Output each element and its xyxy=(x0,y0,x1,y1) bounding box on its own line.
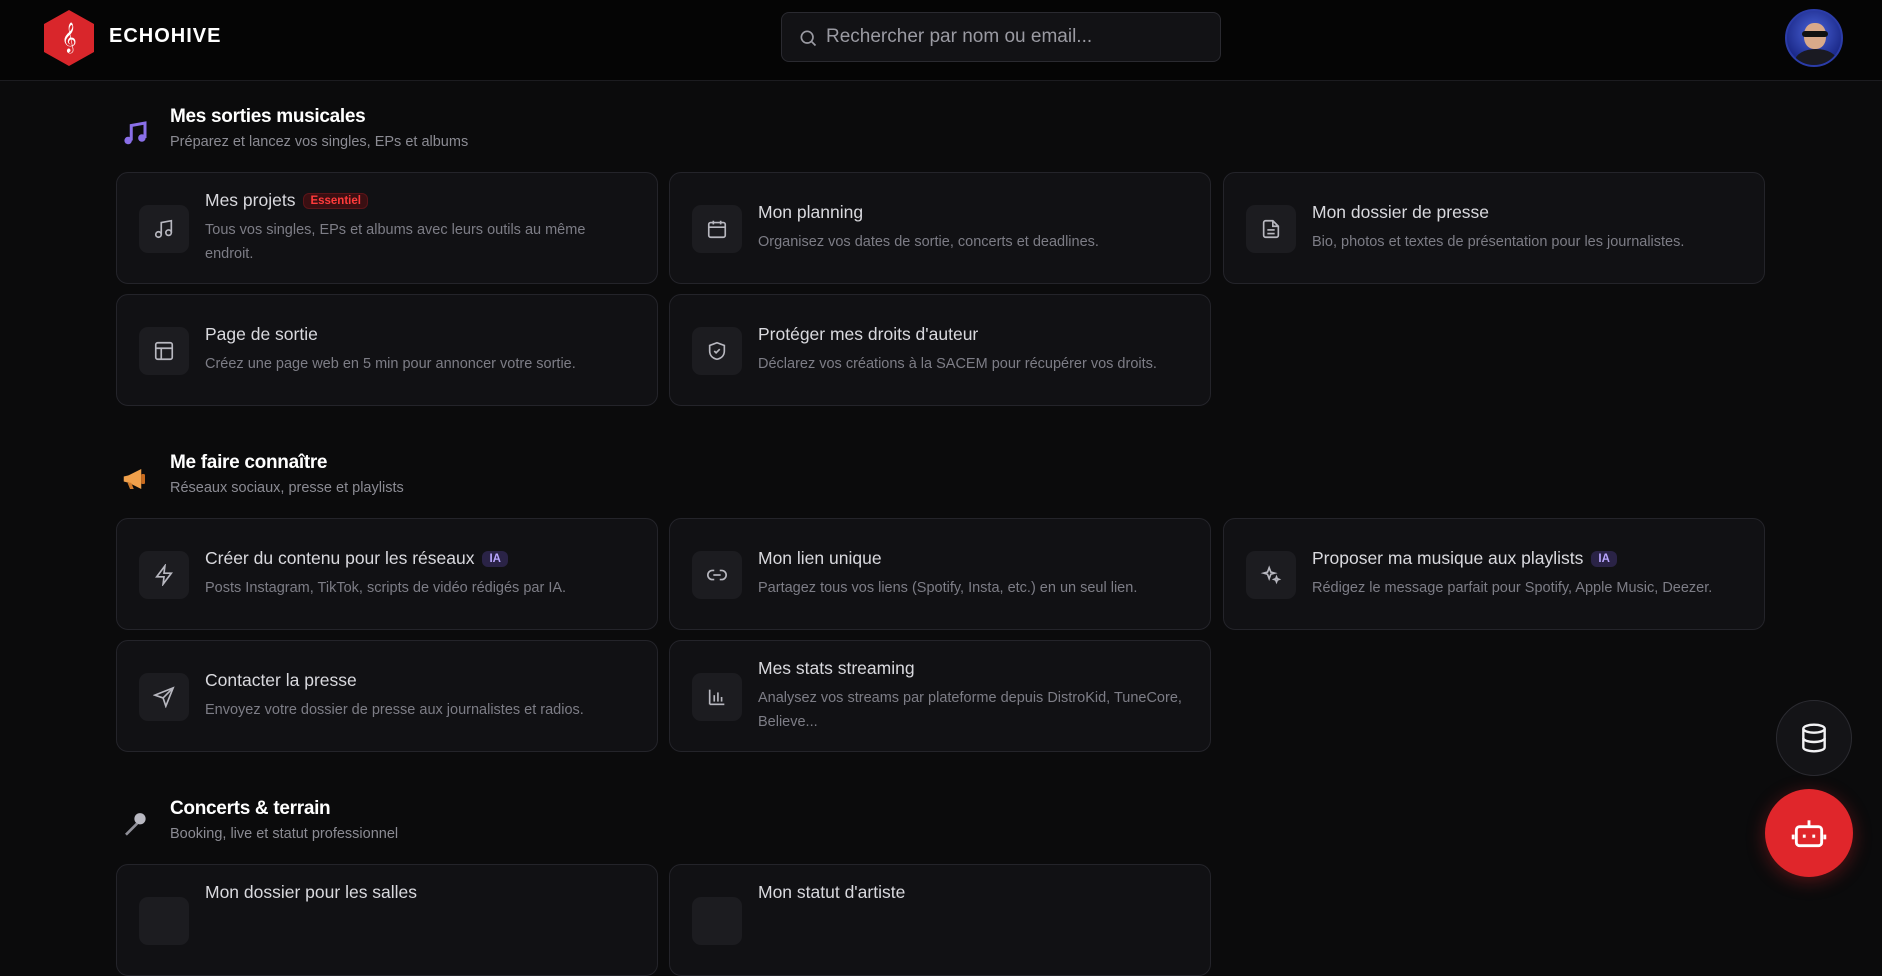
card-description: Bio, photos et textes de présentation po… xyxy=(1312,234,1685,250)
essential-badge: Essentiel xyxy=(303,192,368,209)
card-description: Déclarez vos créations à la SACEM pour r… xyxy=(758,356,1157,372)
card-streaming-stats[interactable]: Mes stats streaming Analysez vos streams… xyxy=(669,640,1211,752)
card-description: Rédigez le message parfait pour Spotify,… xyxy=(1312,580,1713,596)
card-venue-kit[interactable]: Mon dossier pour les salles xyxy=(116,864,658,976)
card-title: Protéger mes droits d'auteur xyxy=(758,324,979,344)
id-icon xyxy=(692,897,742,945)
lightning-icon xyxy=(139,551,189,599)
card-title: Mon lien unique xyxy=(758,548,882,568)
send-icon xyxy=(139,673,189,721)
bar-chart-icon xyxy=(692,673,742,721)
music-icon xyxy=(139,205,189,253)
section-title: Concerts & terrain xyxy=(170,798,331,819)
card-unique-link[interactable]: Mon lien unique Partagez tous vos liens … xyxy=(669,518,1211,630)
calendar-icon xyxy=(692,205,742,253)
section-subtitle: Préparez et lancez vos singles, EPs et a… xyxy=(170,134,469,150)
shield-icon xyxy=(692,327,742,375)
card-title: Mon dossier de presse xyxy=(1312,202,1490,222)
section-subtitle: Booking, live et statut professionnel xyxy=(170,826,399,842)
megaphone-icon xyxy=(123,469,145,489)
folder-icon xyxy=(139,897,189,945)
document-icon xyxy=(1246,205,1296,253)
section-title: Me faire connaître xyxy=(170,452,328,473)
layout-icon xyxy=(139,327,189,375)
sparkles-icon xyxy=(1246,551,1296,599)
search-input[interactable] xyxy=(826,13,1206,61)
section-title: Mes sorties musicales xyxy=(170,106,366,127)
card-press-kit[interactable]: Mon dossier de presse Bio, photos et tex… xyxy=(1223,172,1765,284)
robot-icon xyxy=(1791,820,1827,848)
logo-icon[interactable]: 𝄞 xyxy=(44,10,94,66)
avatar-body xyxy=(1795,49,1837,65)
card-title: Mon dossier pour les salles xyxy=(205,882,418,902)
card-description: Analysez vos streams par plateforme depu… xyxy=(758,690,1182,730)
card-social-content[interactable]: Créer du contenu pour les réseaux IA Post… xyxy=(116,518,658,630)
top-bar: 𝄞 ECHOHIVE xyxy=(0,0,1882,81)
assistant-button[interactable] xyxy=(1765,789,1853,877)
card-title: Créer du contenu pour les réseaux xyxy=(205,548,475,568)
card-my-projects[interactable]: Mes projets Essentiel Tous vos singles, E… xyxy=(116,172,658,284)
card-description: Envoyez votre dossier de presse aux jour… xyxy=(205,702,584,718)
card-title: Proposer ma musique aux playlists xyxy=(1312,548,1584,568)
card-playlists[interactable]: Proposer ma musique aux playlists IA Rédi… xyxy=(1223,518,1765,630)
avatar[interactable] xyxy=(1785,9,1843,67)
card-title: Mon statut d'artiste xyxy=(758,882,906,902)
brand-name[interactable]: ECHOHIVE xyxy=(109,25,221,48)
microphone-icon xyxy=(125,813,146,836)
card-description: Créez une page web en 5 min pour annonce… xyxy=(205,356,576,372)
database-icon xyxy=(1802,723,1826,753)
avatar-glasses xyxy=(1802,31,1828,37)
card-title: Page de sortie xyxy=(205,324,318,344)
ia-badge: IA xyxy=(1591,550,1617,567)
section-subtitle: Réseaux sociaux, presse et playlists xyxy=(170,480,404,496)
card-description: Partagez tous vos liens (Spotify, Insta,… xyxy=(758,580,1138,596)
search-box[interactable] xyxy=(781,12,1221,62)
card-title: Mon planning xyxy=(758,202,864,222)
card-description: Organisez vos dates de sortie, concerts … xyxy=(758,234,1099,250)
card-title: Mes stats streaming xyxy=(758,658,915,678)
card-description: Tous vos singles, EPs et albums avec leu… xyxy=(205,222,586,262)
card-contact-press[interactable]: Contacter la presse Envoyez votre dossie… xyxy=(116,640,658,752)
search-icon xyxy=(800,30,817,47)
music-note-icon xyxy=(124,121,147,145)
card-description: Posts Instagram, TikTok, scripts de vidé… xyxy=(205,580,567,596)
card-title: Contacter la presse xyxy=(205,670,357,690)
ia-badge: IA xyxy=(482,550,508,567)
card-copyright[interactable]: Protéger mes droits d'auteur Déclarez vo… xyxy=(669,294,1211,406)
card-release-page[interactable]: Page de sortie Créez une page web en 5 m… xyxy=(116,294,658,406)
link-icon xyxy=(692,551,742,599)
database-button[interactable] xyxy=(1776,700,1852,776)
card-title: Mes projets xyxy=(205,190,296,210)
card-planning[interactable]: Mon planning Organisez vos dates de sort… xyxy=(669,172,1211,284)
card-artist-status[interactable]: Mon statut d'artiste xyxy=(669,864,1211,976)
